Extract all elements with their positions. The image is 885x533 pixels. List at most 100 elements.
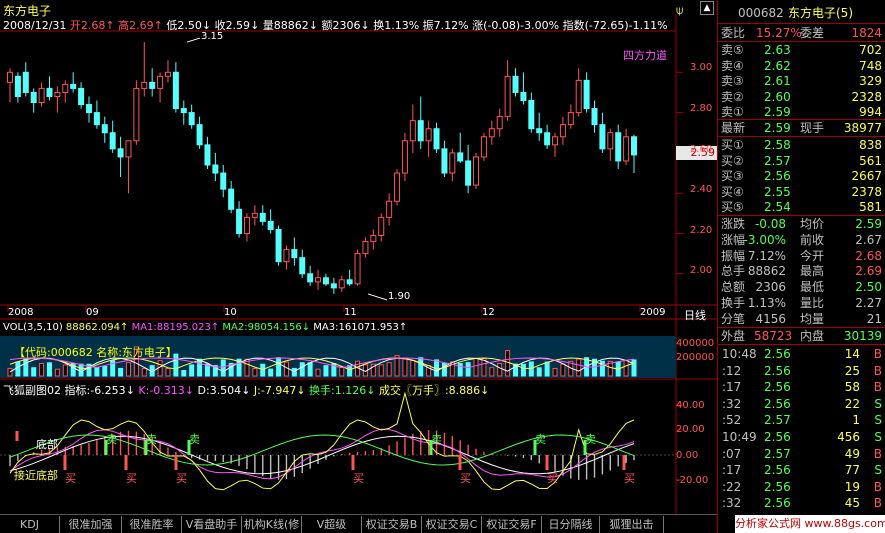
candle-body <box>117 148 124 158</box>
candle-body <box>496 116 503 130</box>
stat-value: -3.00% <box>743 232 786 247</box>
volume-bar <box>31 367 37 377</box>
tab-hzjq[interactable]: 很准加强 <box>60 516 122 533</box>
candle-body <box>615 132 622 162</box>
bid-price: 2.58 <box>764 138 791 152</box>
tab-hlcj[interactable]: 狐狸出击 <box>600 516 664 533</box>
period-label[interactable]: 日线 <box>684 307 706 323</box>
bid-price: 2.54 <box>764 200 791 214</box>
candle-body <box>330 283 337 289</box>
ask-price: 2.60 <box>764 89 791 104</box>
stats-row: 涨幅 -3.00% 前收 2.67 <box>718 232 885 248</box>
vol-ma1: MA1:88195.023 <box>131 322 211 333</box>
y-tick: 2.00 <box>690 265 713 276</box>
bid-volume: 838 <box>859 138 882 152</box>
tab-jgkx[interactable]: 机构K线(修 <box>242 516 302 533</box>
bid-price: 2.55 <box>764 184 791 199</box>
candle-body <box>362 241 369 255</box>
volume-bar <box>497 362 503 377</box>
vol-ma2: MA2:98054.156 <box>222 322 302 333</box>
vol-info: 【代码:000682 名称:东方电子】 <box>14 346 177 359</box>
stat-value: 2.69 <box>855 264 882 279</box>
ask-label: 卖③ <box>721 74 744 88</box>
volume-bar <box>473 357 479 377</box>
volume-bar <box>181 370 187 377</box>
candle-body <box>291 249 298 259</box>
tick-row: :17 2.56 58 B <box>718 379 885 395</box>
volume-bar <box>576 358 582 377</box>
candle-body <box>164 71 171 77</box>
tick-price: 2.56 <box>764 479 791 494</box>
tick-volume: 77 <box>844 463 860 478</box>
ind-y-tick: 20.00 <box>676 424 705 435</box>
candle-body <box>623 136 630 162</box>
tab-qzjyc[interactable]: 权证交易C <box>422 516 482 533</box>
candle-body <box>133 87 140 142</box>
tick-time: :07 <box>722 446 742 461</box>
tick-row: :17 2.56 77 S <box>718 462 885 478</box>
hdr-amt: 2306 <box>332 19 361 32</box>
buy-signal: 买 <box>460 472 471 485</box>
tick-price: 2.56 <box>764 363 791 378</box>
volume-bar <box>276 357 282 377</box>
candle-body <box>22 71 29 93</box>
tab-rfgx[interactable]: 日分隔线 <box>542 516 600 533</box>
stat-value: 7.12% <box>747 248 786 263</box>
inner-value: 30139 <box>843 329 882 343</box>
tick-direction: B <box>873 479 882 494</box>
buy-signal: 买 <box>65 472 76 485</box>
ind-y-tick: -20.00 <box>676 475 709 486</box>
ind-name: 飞狐副图02 <box>3 384 61 397</box>
candle-body <box>457 152 464 162</box>
volume-bar <box>520 363 526 377</box>
bid-row: 买③ 2.56 2667 <box>718 168 885 184</box>
sell-signal: 卖 <box>535 433 546 446</box>
lock-icon[interactable]: ⍦ <box>676 3 683 18</box>
candle-body <box>480 136 487 158</box>
stock-code: 000682 <box>738 6 784 20</box>
diff-label: 委差 <box>800 26 825 40</box>
candle-body <box>488 128 495 138</box>
tab-kdj[interactable]: KDJ <box>0 516 60 533</box>
tick-time: 10:49 <box>722 430 757 444</box>
frame <box>0 14 717 16</box>
candle-body <box>449 152 456 174</box>
stat-label: 总额 <box>721 280 746 295</box>
stats-row: 换手 1.13% 量比 2.27 <box>718 295 885 311</box>
chevron-up-icon[interactable]: ▲ <box>700 1 714 15</box>
tab-hzsl[interactable]: 很准胜率 <box>122 516 182 533</box>
y-tick: 3.00 <box>690 62 713 73</box>
sell-signal: 卖 <box>106 433 117 446</box>
candle-body <box>512 75 519 93</box>
hdr-amp: 7.12% <box>433 19 469 32</box>
volume-bar <box>386 362 392 377</box>
vol-value: 88862.094 <box>65 322 120 333</box>
stat-value: 4156 <box>755 311 786 326</box>
hdr-close: 2.59 <box>225 19 251 32</box>
candle-body <box>417 120 424 142</box>
ask-label: 卖① <box>721 105 744 119</box>
candle-body <box>433 128 440 150</box>
candle-body <box>401 140 408 174</box>
hdr-vol-label: 量 <box>262 19 274 32</box>
candle-body <box>536 128 543 134</box>
outer-value: 58723 <box>754 329 793 343</box>
low-mark: 1.90 <box>388 291 411 302</box>
hdr-turn-label: 换 <box>373 19 385 32</box>
candle-body <box>591 108 598 126</box>
tab-qzjyf[interactable]: 权证交易F <box>482 516 542 533</box>
candle-body <box>62 83 69 93</box>
last-row: 最新 2.59 现手 38977 <box>718 120 885 136</box>
ask-row: 卖③ 2.61 329 <box>718 73 885 89</box>
tick-time: :52 <box>722 413 742 428</box>
tick-row: 10:49 2.56 456 S <box>718 429 885 445</box>
stat-value: 88862 <box>747 264 786 279</box>
outer-label: 外盘 <box>721 329 746 343</box>
tab-vkpzs[interactable]: V看盘助手 <box>182 516 242 533</box>
tab-qzjyb[interactable]: 权证交易B <box>362 516 422 533</box>
stat-value: 1.13% <box>747 296 786 310</box>
tick-price: 2.56 <box>764 347 791 361</box>
volume-bar <box>552 367 558 377</box>
vol-y-tick: 200000 <box>676 352 715 363</box>
tab-vmacd[interactable]: V超级MACD <box>302 516 362 533</box>
